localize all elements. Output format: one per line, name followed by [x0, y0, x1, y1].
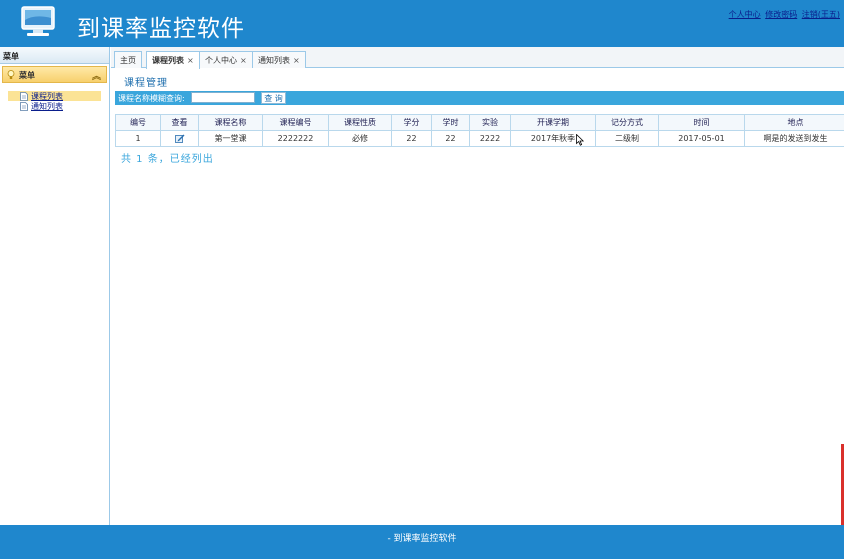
cell-lab: 2222 — [469, 130, 511, 147]
sidebar-header: 菜单 — [0, 47, 109, 64]
edit-view-icon[interactable] — [174, 134, 185, 143]
search-bar: 课程名称模糊查询: 查 询 — [115, 91, 844, 105]
menu-panel-title: 菜单 — [19, 71, 35, 80]
app-footer: - 到课率监控软件 — [0, 525, 844, 559]
column-header[interactable]: 课程编号 — [262, 114, 329, 131]
cell-grading: 二级制 — [595, 130, 659, 147]
main-panel: 主页 课程列表 × 个人中心 × 通知列表 × 课程管理 课程名称模糊查询: 查 询 … — [111, 47, 844, 525]
top-links: 个人中心 修改密码 注销(王五) — [727, 9, 840, 20]
collapse-double-chevron-icon[interactable]: ︽ — [92, 69, 101, 82]
app-title: 到课率监控软件 — [77, 16, 245, 42]
cell-date: 2017-05-01 — [658, 130, 745, 147]
cell-course-code: 2222222 — [262, 130, 329, 147]
column-header[interactable]: 学时 — [431, 114, 470, 131]
column-header[interactable]: 时间 — [658, 114, 745, 131]
sidebar-menu: 课程列表 通知列表 — [8, 91, 109, 111]
tab-label: 课程列表 — [152, 56, 184, 65]
tab-home[interactable]: 主页 — [114, 51, 142, 68]
sidebar-item-label: 通知列表 — [31, 101, 63, 111]
tab-bar: 主页 课程列表 × 个人中心 × 通知列表 × — [111, 47, 844, 69]
column-header[interactable]: 地点 — [744, 114, 844, 131]
cell-course-type: 必修 — [328, 130, 392, 147]
menu-panel-header[interactable]: 菜单 ︽ — [2, 66, 107, 83]
tab-course-list[interactable]: 课程列表 × — [146, 51, 200, 69]
search-button[interactable]: 查 询 — [261, 92, 286, 104]
table-header-row: 编号 查看 课程名称 课程编号 课程性质 学分 学时 实验 开课学期 记分方式 … — [115, 114, 844, 131]
search-label: 课程名称模糊查询: — [118, 94, 185, 103]
section-title: 课程管理 — [124, 78, 168, 89]
cell-credits: 22 — [391, 130, 432, 147]
column-header[interactable]: 课程性质 — [328, 114, 392, 131]
change-password-link[interactable]: 修改密码 — [765, 10, 797, 19]
document-icon — [20, 101, 28, 111]
column-header[interactable]: 学分 — [391, 114, 432, 131]
tab-close-icon[interactable]: × — [240, 56, 247, 65]
cell-id: 1 — [115, 130, 161, 147]
tab-label: 主页 — [120, 56, 136, 65]
column-header[interactable]: 编号 — [115, 114, 161, 131]
cell-view[interactable] — [160, 130, 199, 147]
column-header[interactable]: 查看 — [160, 114, 199, 131]
tab-notice-list[interactable]: 通知列表 × — [252, 51, 306, 68]
table-row: 1 第一堂课 2222222 必修 22 22 2222 2017年秋季 二级制… — [115, 130, 844, 147]
tab-close-icon[interactable]: × — [293, 56, 300, 65]
tab-label: 通知列表 — [258, 56, 290, 65]
cell-location: 啊是的发送到发生 — [744, 130, 844, 147]
column-header[interactable]: 开课学期 — [510, 114, 596, 131]
sidebar-item-course-list[interactable]: 课程列表 — [8, 91, 101, 101]
record-summary: 共 1 条，已经列出 — [121, 154, 214, 165]
tab-personal-center[interactable]: 个人中心 × — [199, 51, 253, 68]
tab-close-icon[interactable]: × — [187, 56, 194, 65]
sidebar: 菜单 菜单 ︽ 课程列表 通知列表 — [0, 47, 110, 525]
document-icon — [20, 91, 28, 101]
sidebar-item-notice-list[interactable]: 通知列表 — [8, 101, 109, 111]
logout-link[interactable]: 注销(王五) — [802, 10, 840, 19]
tab-label: 个人中心 — [205, 56, 237, 65]
column-header[interactable]: 记分方式 — [595, 114, 659, 131]
mouse-cursor-icon — [576, 134, 584, 146]
cell-hours: 22 — [431, 130, 470, 147]
cell-course-name: 第一堂课 — [198, 130, 263, 147]
course-table: 编号 查看 课程名称 课程编号 课程性质 学分 学时 实验 开课学期 记分方式 … — [115, 114, 844, 147]
column-header[interactable]: 实验 — [469, 114, 511, 131]
course-name-search-input[interactable] — [191, 92, 255, 103]
lightbulb-icon — [7, 70, 15, 79]
column-header[interactable]: 课程名称 — [198, 114, 263, 131]
personal-center-link[interactable]: 个人中心 — [729, 10, 761, 19]
app-header: 到课率监控软件 个人中心 修改密码 注销(王五) — [0, 0, 844, 47]
monitor-logo-icon — [21, 6, 55, 36]
